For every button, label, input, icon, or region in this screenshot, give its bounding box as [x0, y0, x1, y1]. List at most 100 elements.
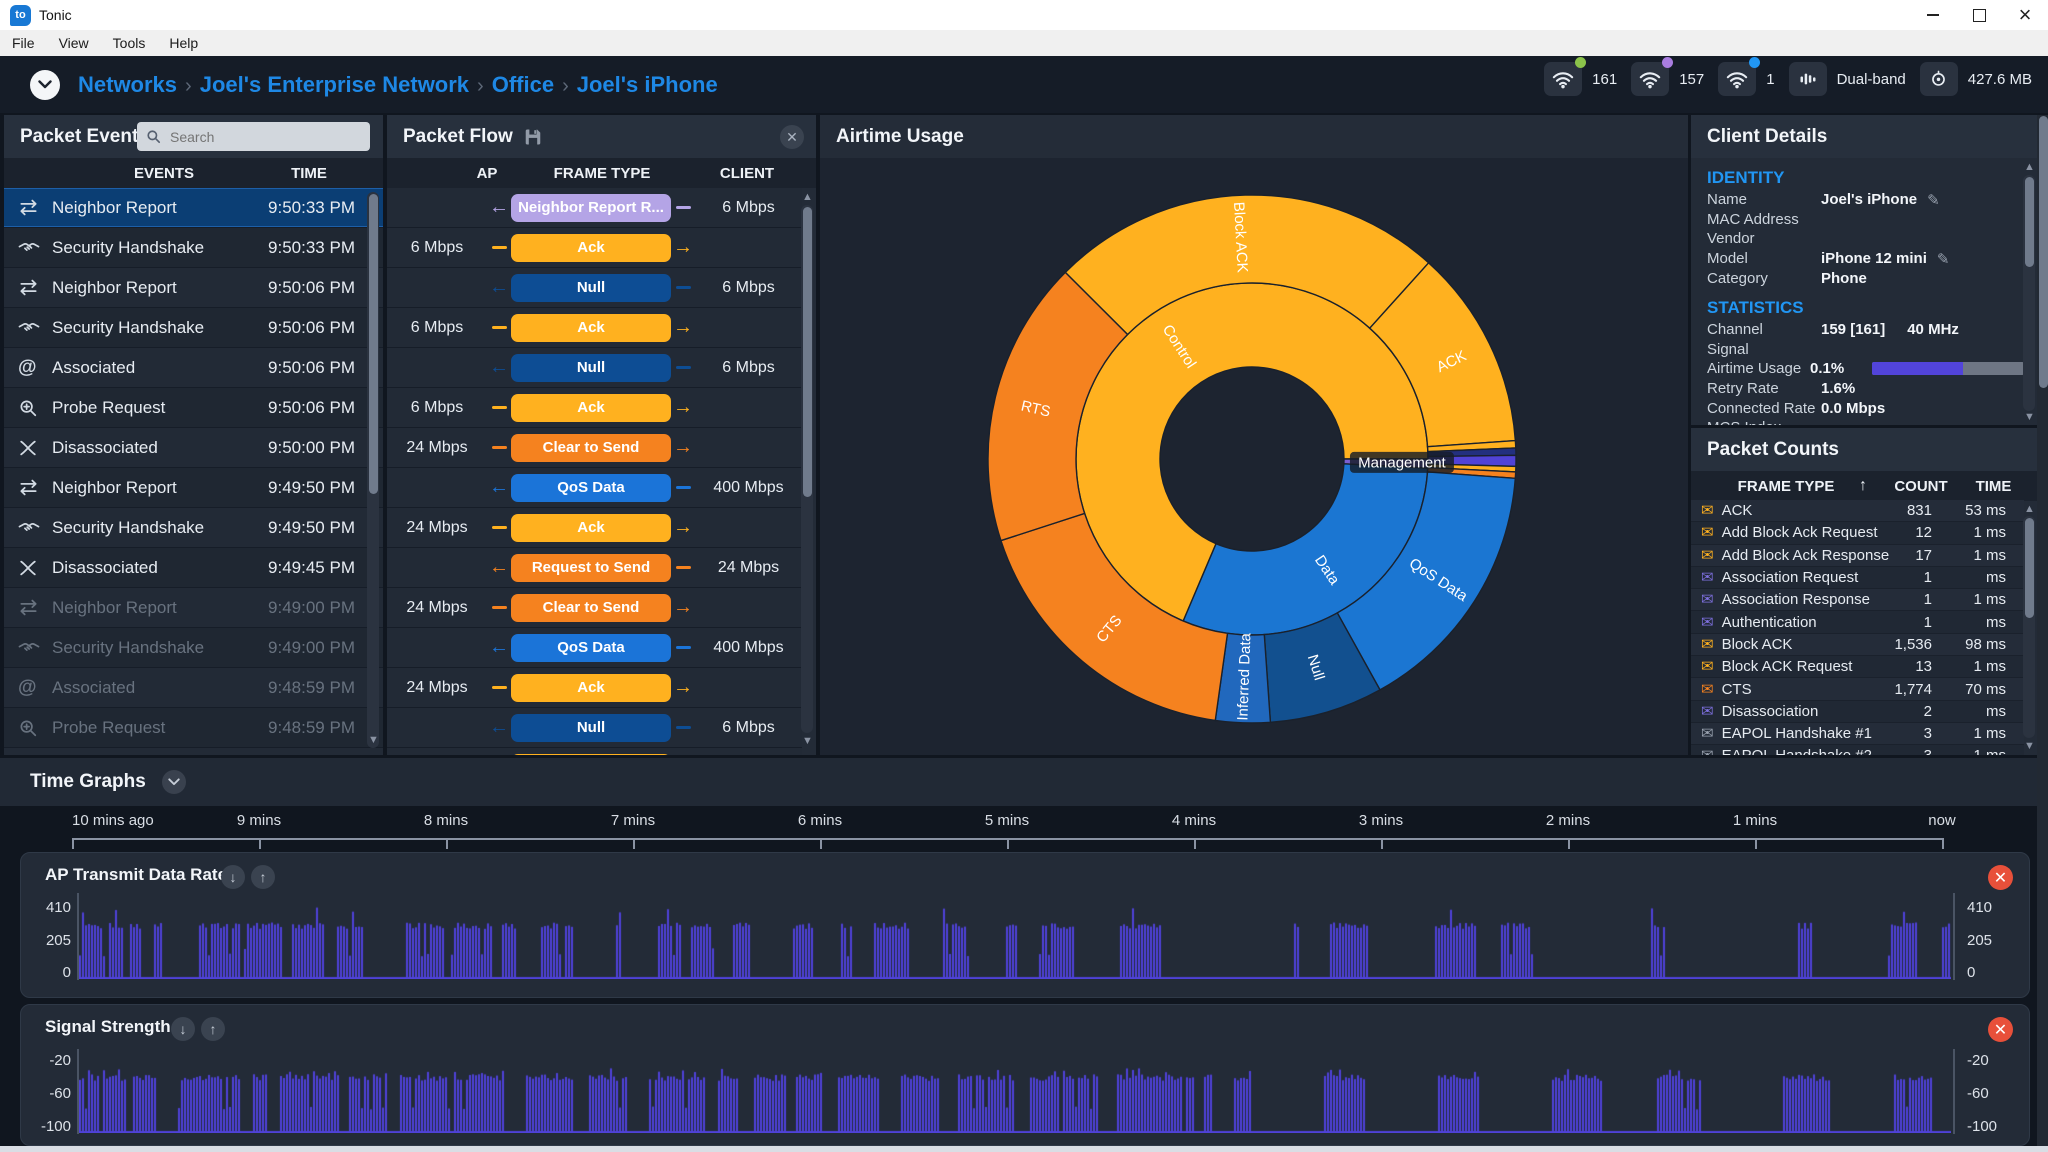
scroll-down-arrow-icon[interactable]: ▼: [2024, 412, 2035, 422]
scrollbar-thumb[interactable]: [2025, 177, 2034, 267]
column-frame-type[interactable]: FRAME TYPE: [1731, 471, 1841, 501]
packet-flow-row[interactable]: 6 MbpsAck→: [387, 228, 802, 268]
packet-flow-row[interactable]: ←QoS Data400 Mbps: [387, 628, 802, 668]
menu-file[interactable]: File: [0, 30, 47, 56]
column-frame-type[interactable]: FRAME TYPE: [507, 158, 697, 188]
close-graph-button[interactable]: ✕: [1988, 865, 2013, 890]
packet-count-row[interactable]: ✉ACK83153 ms: [1691, 500, 2024, 522]
sort-ascending-icon[interactable]: ↑: [1853, 471, 1873, 501]
packet-event-row[interactable]: Neighbor Report9:49:00 PM: [4, 588, 383, 628]
frame-time: ms: [1986, 614, 2006, 631]
save-icon[interactable]: [523, 127, 543, 147]
flow-connector: [487, 446, 511, 449]
packet-flow-row[interactable]: 6 MbpsAck→: [387, 388, 802, 428]
status-badge-bands-4[interactable]: Dual-band: [1789, 62, 1906, 96]
packet-flow-row[interactable]: 24 MbpsClear to Send→: [387, 588, 802, 628]
packet-event-row[interactable]: Security Handshake9:49:00 PM: [4, 628, 383, 668]
breadcrumb-collapse-button[interactable]: [30, 70, 60, 100]
packet-flow-row[interactable]: 24 MbpsAck→: [387, 668, 802, 708]
packet-count-row[interactable]: ✉CTS1,77470 ms: [1691, 678, 2024, 700]
status-badge-wifi-2[interactable]: 157: [1631, 62, 1704, 96]
packet-count-row[interactable]: ✉Authentication1ms: [1691, 611, 2024, 633]
close-graph-button[interactable]: ✕: [1988, 1017, 2013, 1042]
column-events[interactable]: EVENTS: [64, 158, 264, 188]
packet-flow-row[interactable]: ←Null6 Mbps: [387, 268, 802, 308]
packet-event-row[interactable]: Disassociated9:49:45 PM: [4, 548, 383, 588]
packet-flow-scrollbar[interactable]: [801, 205, 813, 733]
column-client[interactable]: CLIENT: [687, 158, 807, 188]
move-up-button[interactable]: ↑: [201, 1017, 225, 1041]
packet-event-row[interactable]: Disassociated9:50:00 PM: [4, 428, 383, 468]
packet-flow-row[interactable]: ←QoS Data400 Mbps: [387, 468, 802, 508]
move-down-button[interactable]: ↓: [221, 865, 245, 889]
packet-count-row[interactable]: ✉EAPOL Handshake #131 ms: [1691, 723, 2024, 745]
packet-flow-row[interactable]: ←Neighbor Report R...6 Mbps: [387, 188, 802, 228]
column-time[interactable]: TIME: [259, 158, 359, 188]
search-box[interactable]: [137, 122, 370, 151]
search-input[interactable]: [168, 128, 352, 146]
client-details-scrollbar[interactable]: [2023, 175, 2035, 411]
packet-count-row[interactable]: ✉Association Response11 ms: [1691, 589, 2024, 611]
packet-events-scrollbar[interactable]: [367, 192, 379, 748]
close-button[interactable]: ×: [2002, 0, 2048, 30]
packet-flow-row[interactable]: 24 MbpsAck→: [387, 508, 802, 548]
scrollbar-thumb[interactable]: [2025, 518, 2034, 618]
packet-count-row[interactable]: ✉Block ACK1,53698 ms: [1691, 634, 2024, 656]
packet-count-row[interactable]: ✉Association Request1ms: [1691, 567, 2024, 589]
timeline-label: 9 mins: [237, 812, 281, 829]
packet-flow-row[interactable]: 6 MbpsAck→: [387, 748, 802, 755]
minimize-button[interactable]: [1910, 0, 1956, 30]
scrollbar-thumb[interactable]: [2039, 116, 2048, 388]
packet-flow-row[interactable]: 6 MbpsAck→: [387, 308, 802, 348]
scrollbar-thumb[interactable]: [803, 207, 812, 497]
packet-count-row[interactable]: ✉EAPOL Handshake #231 ms: [1691, 745, 2024, 755]
move-down-button[interactable]: ↓: [171, 1017, 195, 1041]
packet-event-row[interactable]: Neighbor Report9:50:06 PM: [4, 268, 383, 308]
window-scrollbar[interactable]: [2037, 115, 2048, 1146]
packet-event-row[interactable]: Disassociated9:48:53 PM: [4, 748, 383, 755]
column-time[interactable]: TIME: [1966, 471, 2021, 501]
packet-event-row[interactable]: Probe Request9:50:06 PM: [4, 388, 383, 428]
scroll-up-arrow-icon[interactable]: ▲: [2024, 504, 2035, 514]
edit-pencil-icon[interactable]: ✎: [1927, 191, 1940, 209]
move-up-button[interactable]: ↑: [251, 865, 275, 889]
packet-event-row[interactable]: Neighbor Report9:50:33 PM: [4, 188, 383, 228]
column-count[interactable]: COUNT: [1886, 471, 1956, 501]
packet-event-row[interactable]: Probe Request9:48:59 PM: [4, 708, 383, 748]
breadcrumb-item-2[interactable]: Joel's Enterprise Network: [200, 72, 469, 97]
packet-flow-row[interactable]: ←Null6 Mbps: [387, 348, 802, 388]
packet-count-row[interactable]: ✉Add Block Ack Response171 ms: [1691, 545, 2024, 567]
scrollbar-thumb[interactable]: [369, 194, 378, 494]
maximize-button[interactable]: [1956, 0, 2002, 30]
packet-event-row[interactable]: Security Handshake9:49:50 PM: [4, 508, 383, 548]
scroll-up-arrow-icon[interactable]: ▲: [2024, 162, 2035, 172]
time-graphs-collapse-button[interactable]: [162, 770, 186, 794]
packet-event-row[interactable]: Security Handshake9:50:06 PM: [4, 308, 383, 348]
breadcrumb-item-4[interactable]: Joel's iPhone: [577, 72, 718, 97]
packet-flow-row[interactable]: ←Request to Send24 Mbps: [387, 548, 802, 588]
packet-event-row[interactable]: @Associated9:50:06 PM: [4, 348, 383, 388]
scroll-down-arrow-icon[interactable]: ▼: [802, 736, 813, 746]
packet-count-row[interactable]: ✉Block ACK Request131 ms: [1691, 656, 2024, 678]
packet-flow-row[interactable]: ←Null6 Mbps: [387, 708, 802, 748]
status-badge-wifi-3[interactable]: 1: [1718, 62, 1774, 96]
packet-flow-row[interactable]: 24 MbpsClear to Send→: [387, 428, 802, 468]
status-badge-capture-5[interactable]: 427.6 MB: [1920, 62, 2032, 96]
packet-count-row[interactable]: ✉Disassociation2ms: [1691, 701, 2024, 723]
scroll-up-arrow-icon[interactable]: ▲: [802, 192, 813, 202]
menu-help[interactable]: Help: [157, 30, 210, 56]
packet-flow-close-button[interactable]: ✕: [780, 125, 804, 149]
edit-pencil-icon[interactable]: ✎: [1937, 250, 1950, 268]
packet-count-row[interactable]: ✉Add Block Ack Request121 ms: [1691, 522, 2024, 544]
scroll-down-arrow-icon[interactable]: ▼: [2024, 741, 2035, 751]
packet-event-row[interactable]: Neighbor Report9:49:50 PM: [4, 468, 383, 508]
packet-event-row[interactable]: Security Handshake9:50:33 PM: [4, 228, 383, 268]
packet-event-row[interactable]: @Associated9:48:59 PM: [4, 668, 383, 708]
menu-tools[interactable]: Tools: [101, 30, 158, 56]
status-badge-wifi-1[interactable]: 161: [1544, 62, 1617, 96]
menu-view[interactable]: View: [47, 30, 101, 56]
breadcrumb-item-1[interactable]: Networks: [78, 72, 177, 97]
breadcrumb-item-3[interactable]: Office: [492, 72, 554, 97]
packet-counts-scrollbar[interactable]: [2023, 516, 2035, 738]
scroll-down-arrow-icon[interactable]: ▼: [368, 735, 379, 745]
